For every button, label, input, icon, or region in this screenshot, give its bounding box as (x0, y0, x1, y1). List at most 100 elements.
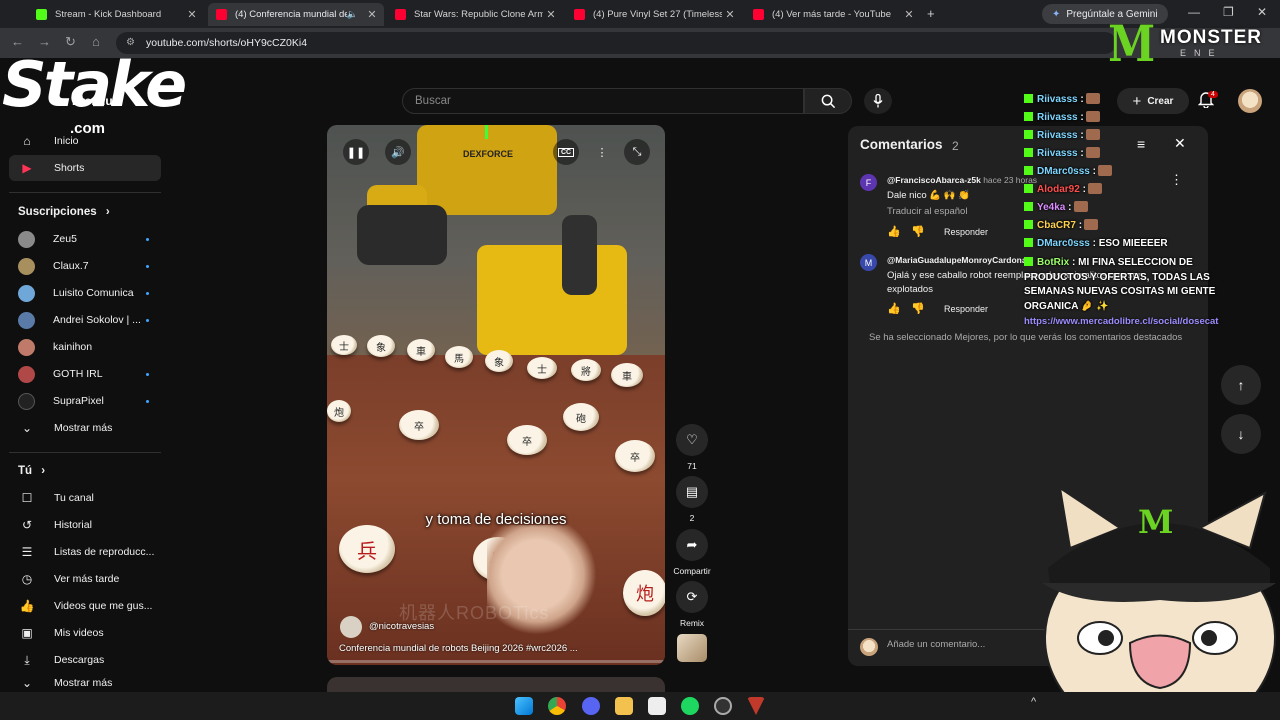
chat-username[interactable]: Ye4ka (1037, 202, 1065, 213)
search-input[interactable]: Buscar (402, 88, 804, 114)
tab-star-wars[interactable]: Star Wars: Republic Clone Army ✕ (387, 3, 563, 26)
shorts-video-player[interactable]: DEXFORCE 士 象 車 馬 象 士 將 車 炮 卒 卒 砲 卒 兵 兵 炮… (327, 125, 665, 665)
sidebar-item-videos-gusta[interactable]: 👍 Videos que me gus... (9, 593, 161, 619)
sidebar-item-claux7[interactable]: Claux.7 (9, 253, 161, 279)
comment-menu-icon[interactable]: ⋮ (1170, 172, 1183, 188)
chat-username[interactable]: DMarc0sss (1037, 166, 1090, 177)
tab-ver-mas-tarde[interactable]: (4) Ver más tarde - YouTube ✕ (745, 3, 921, 26)
tab-conferencia[interactable]: (4) Conferencia mundial de 🔈 ✕ (208, 3, 384, 26)
comment-author[interactable]: @FranciscoAbarca-z5k (887, 175, 981, 185)
pause-button[interactable]: ❚❚ (343, 139, 369, 165)
voice-search-button[interactable] (864, 88, 892, 114)
tab-kick-dashboard[interactable]: Stream - Kick Dashboard ✕ (28, 3, 204, 26)
thumbs-up-icon[interactable]: 👍 (887, 302, 901, 315)
forward-icon[interactable]: → (38, 34, 51, 49)
previous-short-button[interactable]: ↑ (1221, 365, 1261, 405)
sidebar-item-goth-irl[interactable]: GOTH IRL (9, 361, 161, 387)
like-button[interactable]: ♡ 71 (676, 424, 708, 471)
sidebar-item-ver-mas-tarde[interactable]: ◷ Ver más tarde (9, 566, 161, 592)
sort-icon[interactable]: ≡ (1137, 136, 1145, 152)
sidebar-item-shorts[interactable]: ▶ Shorts (9, 155, 161, 181)
close-icon[interactable]: ✕ (543, 8, 559, 21)
commenter-avatar[interactable]: M (860, 254, 877, 271)
sound-thumbnail[interactable] (677, 634, 707, 662)
chat-username[interactable]: Riivasss (1037, 130, 1078, 141)
captions-button[interactable]: CC (553, 139, 579, 165)
translate-link[interactable]: Traducir al español (887, 206, 967, 217)
chat-username[interactable]: DMarc0sss (1037, 238, 1090, 249)
thumbs-down-icon[interactable]: 👎 (911, 302, 925, 315)
discord-icon[interactable] (582, 697, 600, 715)
chat-username[interactable]: Riivasss (1037, 94, 1078, 105)
restore-icon[interactable]: ❐ (1223, 5, 1234, 19)
volume-button[interactable]: 🔊 (385, 139, 411, 165)
you-heading[interactable]: Tú › (18, 465, 45, 477)
minimize-icon[interactable]: — (1188, 5, 1200, 19)
url-field[interactable]: ⚙ youtube.com/shorts/oHY9cCZ0Ki4 (116, 32, 1116, 54)
sidebar-item-zeu5[interactable]: Zeu5 (9, 226, 161, 252)
new-tab-button[interactable]: + (927, 6, 935, 21)
channel-name[interactable]: @nicotravesias (369, 621, 434, 632)
tray-chevron-icon[interactable]: ^ (1031, 696, 1036, 708)
thumbs-down-icon[interactable]: 👎 (911, 225, 925, 238)
share-button[interactable]: ➦ Compartir (673, 529, 711, 576)
thumbs-up-icon[interactable]: 👍 (887, 225, 901, 238)
back-icon[interactable]: ← (11, 34, 24, 49)
sidebar-item-label: Luisito Comunica (53, 287, 134, 299)
obs-icon[interactable] (714, 697, 732, 715)
chat-username[interactable]: CbaCR7 (1037, 220, 1076, 231)
reply-button[interactable]: Responder (944, 304, 988, 314)
create-button[interactable]: + Crear (1117, 88, 1189, 114)
chat-username[interactable]: BotRix (1037, 257, 1069, 268)
home-browser-icon[interactable]: ⌂ (92, 34, 100, 49)
next-short-button[interactable]: ↓ (1221, 414, 1261, 454)
sidebar-item-mis-videos[interactable]: ▣ Mis videos (9, 620, 161, 646)
chat-link[interactable]: https://www.mercadolibre.cl/social/dosec… (1024, 316, 1218, 327)
sidebar-item-luisito[interactable]: Luisito Comunica (9, 280, 161, 306)
chat-username[interactable]: Alodar92 (1037, 184, 1080, 195)
close-icon[interactable]: ✕ (184, 8, 200, 21)
windows-start-icon[interactable] (515, 697, 533, 715)
video-progress-bar[interactable] (327, 660, 665, 663)
remix-button[interactable]: ⟳ Remix (676, 581, 708, 628)
tab-pure-vinyl[interactable]: (4) Pure Vinyl Set 27 (Timeless ✕ (566, 3, 742, 26)
sidebar-item-descargas[interactable]: ⤓ Descargas (9, 647, 161, 673)
site-info-icon[interactable]: ⚙ (126, 37, 135, 48)
window-close-icon[interactable]: ✕ (1257, 5, 1267, 19)
reply-button[interactable]: Responder (944, 227, 988, 237)
close-icon[interactable]: ✕ (901, 8, 917, 21)
chess-piece: 卒 (615, 440, 655, 472)
close-panel-icon[interactable]: ✕ (1174, 135, 1186, 152)
sidebar-item-suprapixel[interactable]: SupraPixel (9, 388, 161, 414)
chrome-icon[interactable] (548, 697, 566, 715)
commenter-avatar[interactable]: F (860, 174, 877, 191)
search-button[interactable] (804, 88, 852, 114)
sidebar-item-tu-canal[interactable]: ☐ Tu canal (9, 485, 161, 511)
spotify-icon[interactable] (681, 697, 699, 715)
sidebar-item-kainihon[interactable]: kainihon (9, 334, 161, 360)
account-avatar[interactable] (1238, 89, 1262, 113)
sidebar-show-more-2[interactable]: ⌄ Mostrar más (9, 674, 161, 692)
fullscreen-button[interactable]: ⤡ (624, 139, 650, 165)
app-icon[interactable] (648, 697, 666, 715)
comments-button[interactable]: ▤ 2 (676, 476, 708, 523)
speaker-icon[interactable]: 🔈 (347, 9, 358, 20)
close-icon[interactable]: ✕ (364, 8, 380, 21)
sidebar-show-more[interactable]: ⌄ Mostrar más (9, 415, 161, 441)
comment-author[interactable]: @MariaGuadalupeMonroyCardona (887, 255, 1027, 265)
you-heading-label: Tú (18, 465, 33, 477)
sidebar-item-listas[interactable]: ☰ Listas de reproducc... (9, 539, 161, 565)
video-title[interactable]: Conferencia mundial de robots Beijing 20… (339, 643, 659, 654)
sidebar-item-historial[interactable]: ↺ Historial (9, 512, 161, 538)
more-options-button[interactable]: ⋮ (589, 139, 615, 165)
chat-username[interactable]: Riivasss (1037, 148, 1078, 159)
chat-username[interactable]: Riivasss (1037, 112, 1078, 123)
channel-avatar[interactable] (340, 616, 362, 638)
subscriptions-heading[interactable]: Suscripciones › (18, 206, 110, 218)
next-short-preview[interactable] (327, 677, 665, 692)
add-comment-input[interactable]: Añade un comentario... (887, 639, 985, 650)
close-icon[interactable]: ✕ (722, 8, 738, 21)
channel-icon: ☐ (21, 491, 33, 505)
sidebar-item-andrei[interactable]: Andrei Sokolov | ... (9, 307, 161, 333)
folder-icon[interactable] (615, 697, 633, 715)
